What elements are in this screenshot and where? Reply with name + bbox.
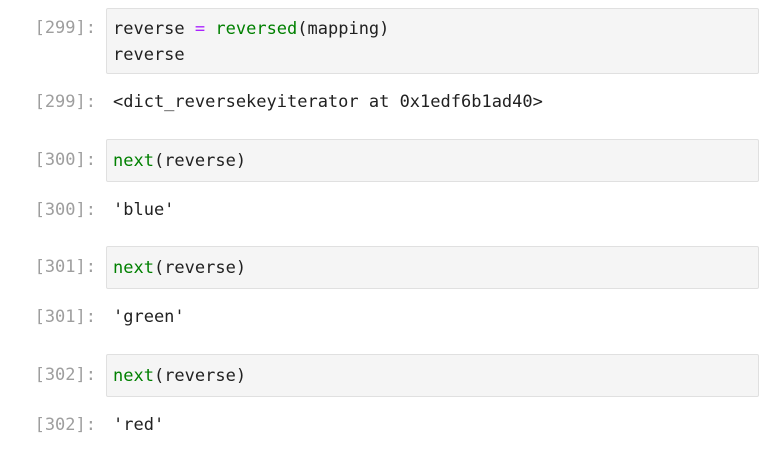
code-token: = <box>194 19 206 39</box>
code-token: (reverse) <box>153 258 247 278</box>
output-prompt: [302]: <box>34 415 96 435</box>
code-line: next(reverse) <box>113 255 758 281</box>
input-prompt: [301]: <box>34 257 96 277</box>
input-prompt: [300]: <box>34 150 96 170</box>
code-input[interactable]: reverse = reversed(mapping) reverse <box>106 8 759 74</box>
notebook: [299]: reverse = reversed(mapping) rever… <box>0 0 781 453</box>
code-line: next(reverse) <box>113 363 758 389</box>
output-text: 'green' <box>113 307 185 327</box>
output-prompt: [300]: <box>34 200 96 220</box>
code-token: reversed <box>215 19 298 39</box>
code-token: reverse <box>113 19 195 39</box>
output-prompt: [301]: <box>34 307 96 327</box>
code-token: next <box>113 151 154 171</box>
output-prompt: [299]: <box>34 92 96 112</box>
output-text: <dict_reversekeyiterator at 0x1edf6b1ad4… <box>113 92 543 112</box>
code-token: (reverse) <box>153 151 247 171</box>
code-token: next <box>113 366 154 386</box>
input-prompt: [299]: <box>34 18 96 38</box>
code-token: (reverse) <box>153 366 247 386</box>
code-line: next(reverse) <box>113 148 758 174</box>
code-input[interactable]: next(reverse) <box>106 139 759 182</box>
output-text: 'blue' <box>113 200 175 220</box>
input-prompt: [302]: <box>34 365 96 385</box>
code-token: (mapping) <box>297 19 390 39</box>
code-input[interactable]: next(reverse) <box>106 246 759 289</box>
output-text: 'red' <box>113 415 165 435</box>
code-token: reverse <box>113 45 185 65</box>
code-line: reverse = reversed(mapping) <box>113 16 758 42</box>
code-token: next <box>113 258 154 278</box>
code-input[interactable]: next(reverse) <box>106 354 759 397</box>
code-line: reverse <box>113 42 758 68</box>
